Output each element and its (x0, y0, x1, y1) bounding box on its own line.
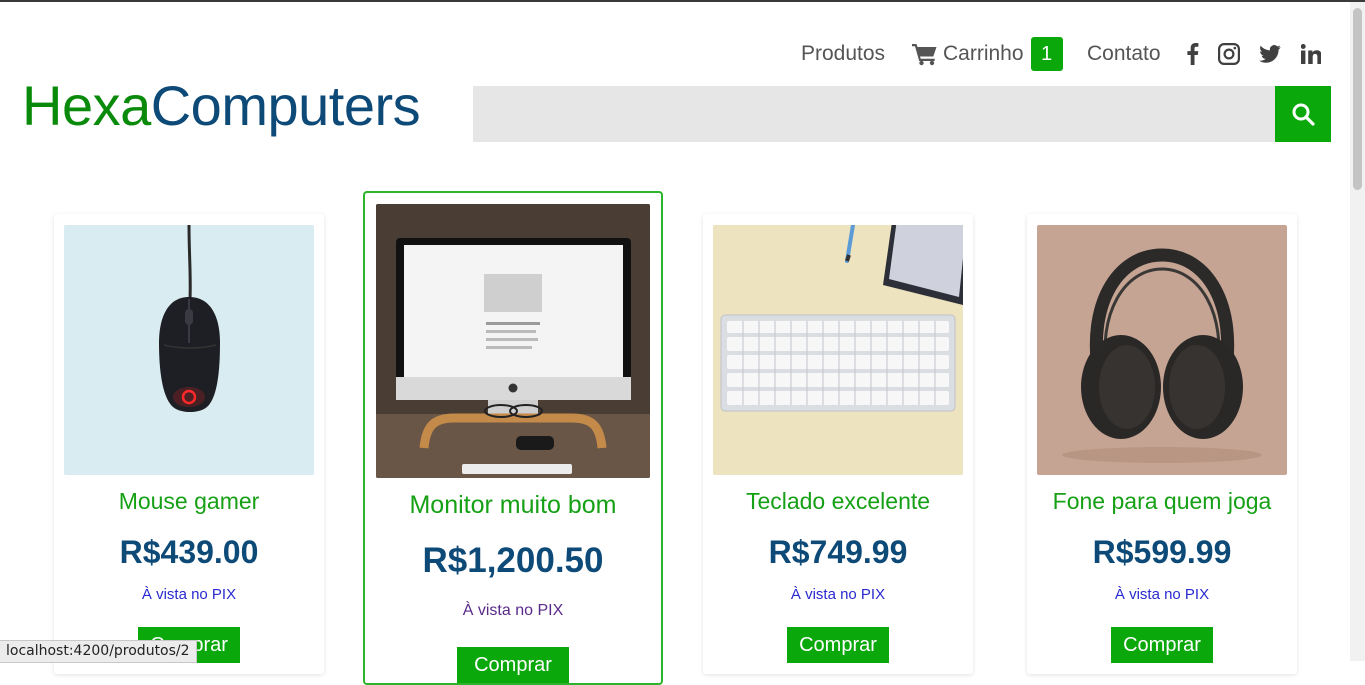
cart-icon (912, 44, 937, 66)
cart-label: Carrinho (943, 42, 1024, 65)
product-name[interactable]: Mouse gamer (54, 488, 324, 515)
product-card[interactable]: Fone para quem joga R$599.99 À vista no … (1027, 214, 1297, 674)
site-logo[interactable]: HexaComputers (22, 74, 421, 138)
product-card[interactable]: Monitor muito bom R$1,200.50 À vista no … (363, 191, 663, 685)
buy-button[interactable]: Comprar (787, 627, 889, 663)
product-image-mouse[interactable] (64, 225, 314, 475)
product-payment-note: À vista no PIX (462, 602, 564, 619)
product-price: R$599.99 (1092, 534, 1232, 570)
search-button[interactable] (1275, 86, 1331, 142)
instagram-icon[interactable] (1217, 42, 1241, 66)
logo-computers: Computers (150, 74, 421, 137)
product-payment-note: À vista no PIX (1114, 586, 1210, 603)
search-icon (1292, 103, 1315, 126)
nav-produtos-link[interactable]: Produtos (801, 34, 885, 74)
twitter-icon[interactable] (1258, 42, 1282, 66)
product-price: R$749.99 (768, 534, 908, 570)
facebook-icon[interactable] (1180, 42, 1204, 66)
product-image-monitor[interactable] (376, 204, 650, 478)
product-name[interactable]: Teclado excelente (703, 488, 973, 515)
page-scrollbar[interactable] (1350, 2, 1365, 661)
product-name[interactable]: Fone para quem joga (1027, 488, 1297, 515)
nav-cart-link[interactable]: Carrinho 1 (912, 34, 1063, 74)
scrollbar-thumb[interactable] (1353, 8, 1362, 190)
search-input[interactable] (473, 86, 1275, 142)
linkedin-icon[interactable] (1299, 42, 1323, 66)
nav-contato-link[interactable]: Contato (1087, 34, 1161, 74)
cart-count-badge: 1 (1030, 37, 1063, 71)
logo-hexa: Hexa (22, 74, 151, 137)
product-card[interactable]: Mouse gamer R$439.00 À vista no PIX Comp… (54, 214, 324, 674)
product-image-headphones[interactable] (1037, 225, 1287, 475)
product-price: R$439.00 (119, 534, 259, 570)
product-price: R$1,200.50 (422, 541, 604, 580)
product-card[interactable]: Teclado excelente R$749.99 À vista no PI… (703, 214, 973, 674)
buy-button[interactable]: Comprar (457, 647, 569, 683)
buy-button[interactable]: Comprar (1111, 627, 1213, 663)
product-name[interactable]: Monitor muito bom (365, 491, 661, 520)
product-image-keyboard[interactable] (713, 225, 963, 475)
product-payment-note: À vista no PIX (790, 586, 886, 603)
browser-status-url: localhost:4200/produtos/2 (0, 640, 197, 663)
product-payment-note: À vista no PIX (141, 586, 237, 603)
